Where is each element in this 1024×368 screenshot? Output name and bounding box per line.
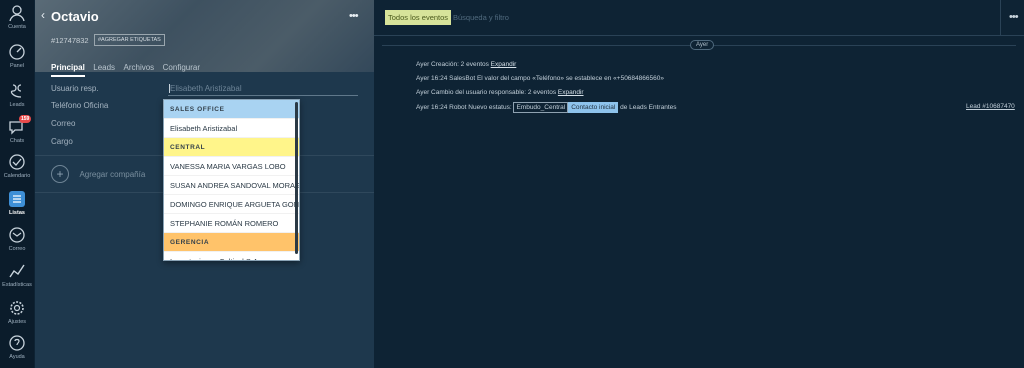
feed-event: Ayer Cambio del usuario responsable: 2 e… (416, 89, 584, 96)
add-company-label: Agregar compañía (79, 169, 146, 179)
dropdown-option[interactable]: STEPHANIE ROMÁN ROMERO (164, 214, 299, 233)
lead-id: #12747832 (51, 36, 89, 45)
divider (1000, 0, 1001, 36)
event-text: Ayer 16:24 SalesBot El valor del campo «… (416, 75, 664, 82)
tab-settings[interactable]: Configurar (163, 63, 200, 72)
dropdown-option[interactable]: VANESSA MARIA VARGAS LOBO (164, 157, 299, 176)
event-text: Ayer Cambio del usuario responsable: 2 e… (416, 89, 558, 96)
feed-event: Ayer Creación: 2 eventos Expandir (416, 61, 516, 68)
dropdown-group-central: CENTRAL (164, 138, 299, 157)
nav-label: Cuenta (8, 24, 26, 30)
position-label: Cargo (51, 137, 73, 146)
nav-chats[interactable]: 159 Chats (0, 115, 34, 152)
nav-calendar[interactable]: Calendario (0, 153, 34, 187)
nav-panel[interactable]: Panel (0, 43, 34, 77)
nav-stats[interactable]: Estadísticas (0, 262, 34, 296)
dropdown-group-sales-office: SALES OFFICE (164, 100, 299, 119)
card-menu-icon[interactable]: ••• (349, 10, 359, 22)
nav-account[interactable]: Cuenta (0, 4, 34, 38)
feed-area: Todos los eventos Búsqueda y filtro ••• … (374, 0, 1024, 368)
lead-name[interactable]: Octavio (51, 9, 99, 24)
gear-icon (10, 301, 24, 315)
help-icon (9, 335, 25, 351)
nav-mail[interactable]: Correo (0, 226, 34, 260)
expand-link[interactable]: Expandir (558, 89, 584, 96)
resp-user-input[interactable]: Elisabeth Aristizabal (168, 82, 358, 96)
user-icon (9, 5, 25, 22)
dashboard-icon (9, 44, 25, 60)
plus-icon: + (51, 165, 69, 183)
resp-user-dropdown: SALES OFFICE Elisabeth Aristizabal CENTR… (163, 99, 300, 261)
event-text: de Leads Entrantes (620, 104, 677, 111)
left-nav: Cuenta Panel Leads 159 Chats Calendario … (0, 0, 34, 368)
resp-user-label: Usuario resp. (51, 84, 99, 93)
dropdown-option[interactable]: Importaciones Colticel S.A. (164, 252, 299, 260)
feed-event-status: Ayer 16:24 Robot Nuevo estatus: Embudo_C… (416, 102, 677, 113)
add-company-button[interactable]: + Agregar compañía (51, 165, 145, 183)
feed-topbar: Todos los eventos Búsqueda y filtro ••• (374, 0, 1024, 36)
dropdown-option[interactable]: DOMINGO ENRIQUE ARGUETA GONZALEZ (164, 195, 299, 214)
nav-label: Leads (9, 102, 25, 108)
chats-badge: 159 (19, 115, 32, 123)
back-arrow-icon[interactable]: ‹ (41, 9, 47, 21)
phone-label: Teléfono Oficina (51, 101, 109, 110)
dropdown-scrollbar[interactable] (295, 102, 298, 254)
event-text: Ayer 16:24 Robot Nuevo estatus: (416, 104, 512, 111)
nav-label: Estadísticas (2, 282, 32, 288)
nav-label: Ajustes (7, 319, 27, 325)
email-label: Correo (51, 119, 76, 128)
leads-icon (10, 84, 22, 98)
calendar-check-icon (9, 154, 25, 170)
pipeline-pill: Embudo_Central (513, 102, 569, 113)
add-tags-button[interactable]: #AGREGAR ETIQUETAS (94, 34, 165, 46)
card-header: ‹ Octavio ••• #12747832 #AGREGAR ETIQUET… (35, 0, 374, 77)
nav-label: Correo (8, 246, 26, 252)
filter-chip[interactable]: Todos los eventos (385, 10, 452, 25)
status-pill: Contacto inicial (568, 102, 619, 113)
nav-label: Ayuda (9, 354, 25, 360)
event-text: Ayer Creación: 2 eventos (416, 61, 491, 68)
nav-label: Calendario (3, 173, 31, 179)
nav-settings[interactable]: Ajustes (0, 299, 34, 333)
stats-icon (9, 264, 25, 278)
dropdown-option[interactable]: Elisabeth Aristizabal (164, 119, 299, 138)
nav-label: Chats (9, 138, 25, 144)
nav-label: Listas (9, 210, 25, 216)
nav-label: Panel (9, 63, 25, 69)
nav-help[interactable]: Ayuda (0, 334, 34, 368)
expand-link[interactable]: Expandir (491, 61, 517, 68)
lists-icon (9, 191, 25, 207)
nav-lists[interactable]: Listas (0, 190, 34, 224)
tab-leads[interactable]: Leads (93, 63, 115, 72)
nav-leads[interactable]: Leads (0, 82, 34, 116)
mail-icon (9, 227, 25, 243)
day-label: Ayer (690, 40, 715, 50)
search-input[interactable]: Búsqueda y filtro (453, 13, 509, 22)
dropdown-option[interactable]: SUSAN ANDREA SANDOVAL MORAGA (164, 176, 299, 195)
dropdown-group-gerencia: GERENCIA (164, 233, 299, 252)
card-tabs: Principal Leads Archivos Configurar (51, 57, 204, 77)
tab-principal[interactable]: Principal (51, 63, 85, 77)
lead-link[interactable]: Lead #10687470 (966, 103, 1015, 110)
feed-menu-icon[interactable]: ••• (1009, 11, 1019, 23)
feed-event: Ayer 16:24 SalesBot El valor del campo «… (416, 75, 664, 82)
tab-files[interactable]: Archivos (124, 63, 155, 72)
